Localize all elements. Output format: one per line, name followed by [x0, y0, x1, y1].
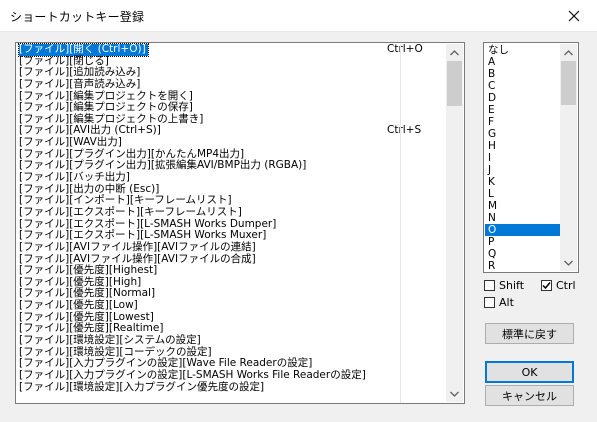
command-list-item[interactable]: [ファイル][優先度][Low] [17, 299, 448, 312]
key-list-item[interactable]: D [485, 92, 563, 104]
key-list[interactable]: なし A B C D E F G H I J K L M N O P Q R [483, 42, 579, 273]
window-title: ショートカットキー登録 [10, 10, 145, 24]
chevron-up-icon [450, 49, 459, 55]
command-list-rows: [ファイル][開く (Ctrl+O)] Ctrl+O [ファイル][閉じる] [ファイ… [17, 43, 448, 394]
key-list-item[interactable]: O [485, 224, 563, 236]
chevron-down-icon [450, 391, 459, 397]
key-list-item[interactable]: K [485, 176, 563, 188]
command-name: [ファイル][AVIファイル操作][AVIファイルの連結] [19, 240, 256, 253]
ctrl-checkbox[interactable]: Ctrl [541, 279, 576, 292]
reset-default-button[interactable]: 標準に戻す [485, 323, 574, 344]
key-list-item[interactable]: A [485, 56, 563, 68]
command-list-item[interactable]: [ファイル][環境設定][入力プラグイン優先度の設定] [17, 380, 448, 394]
command-name: [ファイル][開く (Ctrl+O)] [18, 43, 149, 57]
command-name: [ファイル][環境設定][入力プラグイン優先度の設定] [19, 380, 265, 393]
key-scrollbar-thumb[interactable] [561, 61, 576, 105]
key-list-item[interactable]: H [485, 140, 563, 152]
command-name: [ファイル][入力プラグインの設定][L-SMASH Works File Re… [19, 368, 366, 381]
command-list-item[interactable]: [ファイル][AVIファイル操作][AVIファイルの連結] [17, 240, 448, 254]
column-separator [400, 44, 401, 403]
alt-checkbox-box[interactable] [484, 297, 495, 308]
key-list-item[interactable]: F [485, 116, 563, 128]
key-scroll-down-button[interactable] [560, 254, 577, 271]
command-list-item[interactable]: [ファイル][開く (Ctrl+O)] Ctrl+O [17, 43, 448, 57]
shortcut-key: Ctrl+O [387, 43, 423, 55]
shift-checkbox[interactable]: Shift [484, 279, 524, 292]
title-bar: ショートカットキー登録 [0, 0, 597, 32]
command-list-item[interactable]: [ファイル][音声読み込み] [17, 77, 448, 91]
scroll-up-button[interactable] [446, 44, 463, 61]
alt-checkbox[interactable]: Alt [484, 296, 514, 309]
command-list-item[interactable]: [ファイル][エクスポート][キーフレームリスト] [17, 205, 448, 219]
key-list-item[interactable]: J [485, 164, 563, 176]
key-list-item[interactable]: I [485, 152, 563, 164]
key-list-rows: なし A B C D E F G H I J K L M N O P Q R [485, 44, 563, 272]
command-list-scrollbar[interactable] [446, 44, 463, 402]
command-name: [ファイル][エクスポート][キーフレームリスト] [19, 205, 242, 218]
shift-checkbox-box[interactable] [484, 280, 495, 291]
key-list-item[interactable]: N [485, 212, 563, 224]
key-list-item[interactable]: L [485, 188, 563, 200]
shortcut-key: Ctrl+S [387, 124, 422, 137]
command-name: [ファイル][優先度][Low] [19, 299, 138, 312]
command-list-item[interactable]: [ファイル][バッチ出力] [17, 171, 448, 184]
key-list-item[interactable]: Q [485, 248, 563, 260]
alt-label: Alt [499, 296, 514, 309]
close-icon [568, 10, 580, 21]
chevron-down-icon [564, 260, 573, 266]
key-list-item[interactable]: R [485, 260, 563, 272]
scrollbar-thumb[interactable] [447, 61, 462, 106]
command-name: [ファイル][バッチ出力] [19, 171, 130, 184]
key-list-item[interactable]: G [485, 128, 563, 140]
key-scroll-up-button[interactable] [560, 44, 577, 61]
ctrl-checkbox-box[interactable] [541, 280, 552, 291]
ok-button[interactable]: OK [485, 361, 574, 383]
command-name: [ファイル][音声読み込み] [19, 77, 141, 90]
close-button[interactable] [551, 0, 597, 31]
command-list-item[interactable]: [ファイル][入力プラグインの設定][L-SMASH Works File Re… [17, 368, 448, 382]
key-list-item[interactable]: P [485, 236, 563, 248]
scroll-down-button[interactable] [446, 385, 463, 402]
command-list[interactable]: [ファイル][開く (Ctrl+O)] Ctrl+O [ファイル][閉じる] [ファイ… [15, 42, 465, 404]
command-list-item[interactable]: [ファイル][環境設定][システムの設定] [17, 334, 448, 347]
command-name: [ファイル][環境設定][システムの設定] [19, 334, 201, 347]
chevron-up-icon [564, 49, 573, 55]
key-list-item[interactable]: C [485, 80, 563, 92]
checkmark-icon [542, 282, 551, 290]
shift-label: Shift [499, 279, 525, 292]
cancel-button[interactable]: キャンセル [485, 385, 574, 406]
ctrl-label: Ctrl [556, 279, 576, 292]
key-list-item[interactable]: E [485, 104, 563, 116]
key-list-item[interactable]: B [485, 68, 563, 80]
key-list-item[interactable]: なし [485, 44, 563, 56]
key-list-scrollbar[interactable] [560, 44, 577, 271]
key-list-item[interactable]: M [485, 200, 563, 212]
